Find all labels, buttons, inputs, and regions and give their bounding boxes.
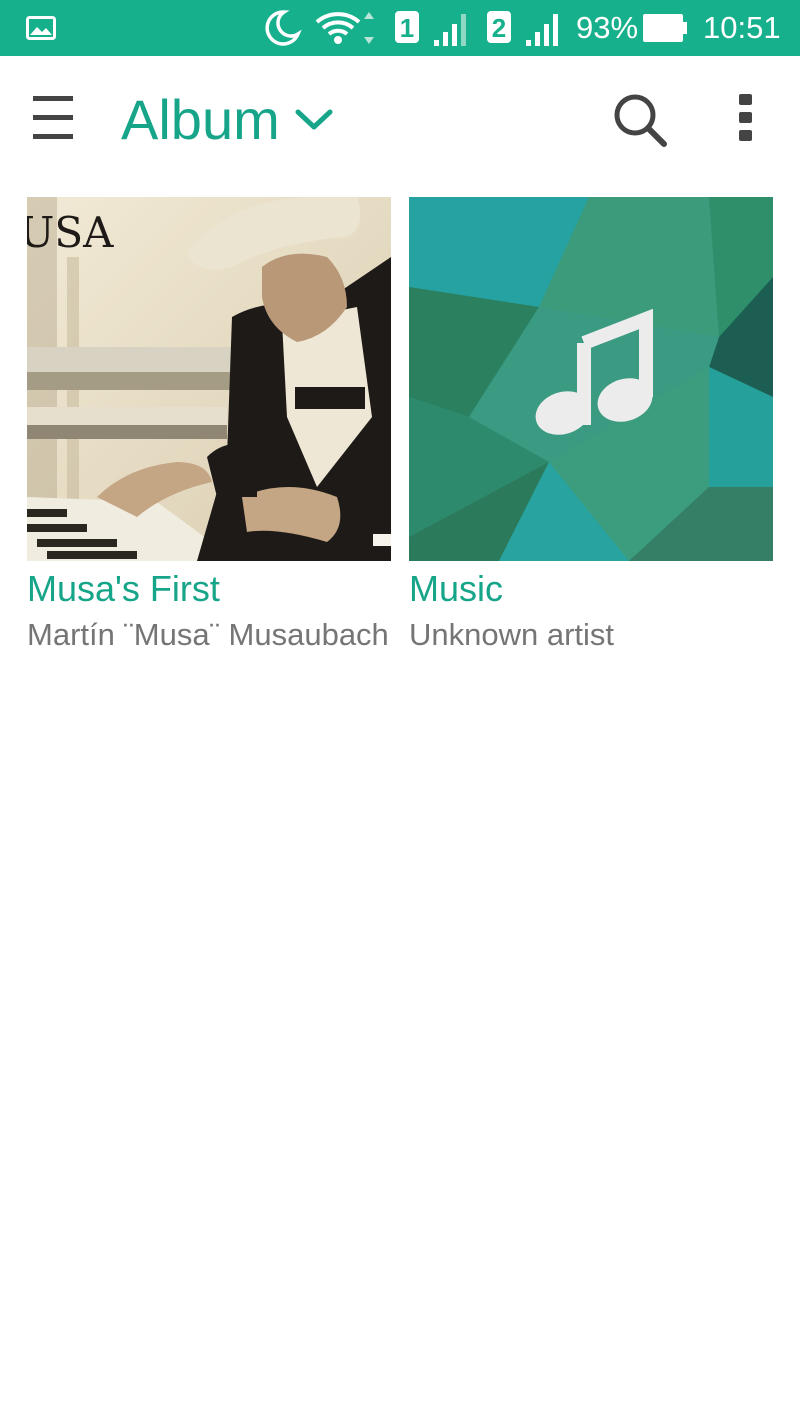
- sim2-signal-icon: [524, 0, 566, 56]
- album-card-musas-first[interactable]: USA Musa's First Martín ¨Musa¨ Musaubach: [27, 197, 391, 657]
- search-icon[interactable]: [612, 92, 668, 153]
- gallery-notification-icon: [26, 0, 56, 56]
- more-vert-icon[interactable]: [736, 92, 756, 149]
- app-bar: Album: [0, 56, 800, 180]
- cover-text: USA: [27, 208, 114, 257]
- menu-icon[interactable]: [33, 94, 73, 147]
- status-time: 10:51: [703, 10, 781, 45]
- album-title: Music: [409, 568, 504, 609]
- album-cover-image: USA: [27, 197, 391, 561]
- battery-percent: 93%: [576, 10, 639, 45]
- album-card-music[interactable]: Music Unknown artist: [409, 197, 773, 657]
- album-title: Musa's First: [27, 568, 220, 609]
- sim2-badge: 2: [487, 11, 511, 43]
- moon-icon: [262, 0, 302, 56]
- album-artist: Unknown artist: [409, 617, 615, 652]
- battery-icon: [642, 0, 688, 56]
- sim1-badge: 1: [395, 11, 419, 43]
- wifi-icon: [315, 0, 377, 56]
- sim1-signal-icon: [432, 0, 474, 56]
- album-cover-image: [409, 197, 773, 561]
- album-artist: Martín ¨Musa¨ Musaubach: [27, 617, 389, 652]
- chevron-down-icon: [295, 108, 333, 137]
- status-bar: 1 2 93% 10:51: [0, 0, 800, 56]
- page-title: Album: [121, 88, 280, 151]
- album-view-selector[interactable]: Album: [121, 56, 341, 180]
